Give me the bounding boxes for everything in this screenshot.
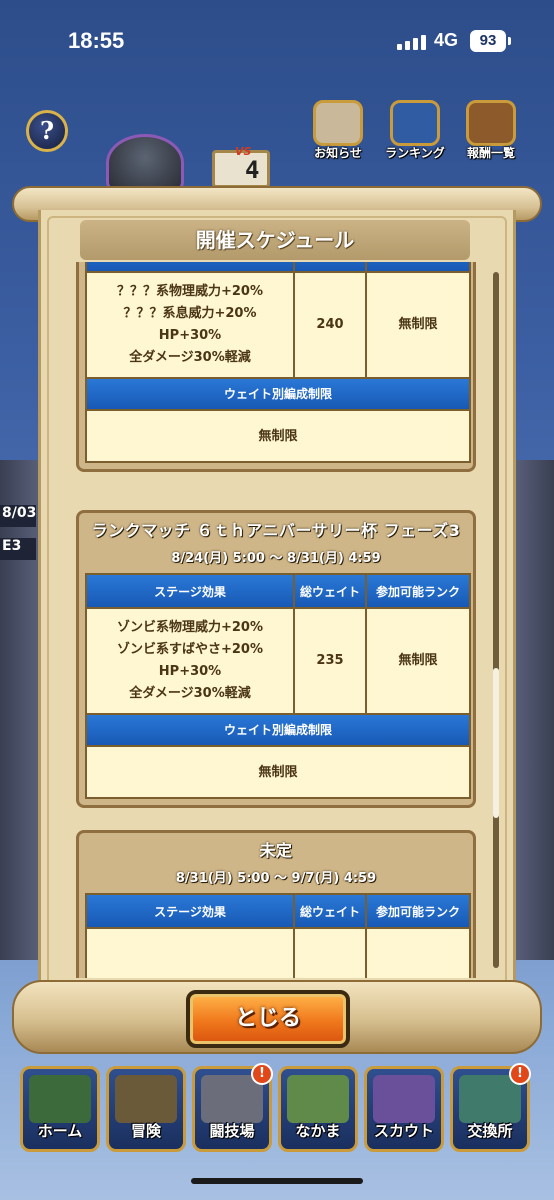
card-header: 未定 8/31(月) 5:00 〜 9/7(月) 4:59 <box>85 833 467 886</box>
header-effect: ステージ効果 <box>87 895 295 927</box>
table-row: ？？？系物理威力+20% ？？？系息威力+20% HP+30% 全ダメージ30%… <box>87 271 469 377</box>
tent-icon <box>29 1075 91 1123</box>
monster-icon <box>287 1075 349 1123</box>
header-weight: 総ウェイト <box>295 575 367 607</box>
header-effect: ステージ効果 <box>87 262 295 271</box>
bottom-nav: ホーム 冒険 闘技場 ! なかま スカウト 交換所 ! <box>20 1063 534 1156</box>
header-rank: 参加可能ランク <box>375 904 460 919</box>
nav-home[interactable]: ホーム <box>20 1066 100 1152</box>
card-title: ランクマッチ ６ｔｈアニバーサリー杯 フェーズ3 <box>91 521 461 540</box>
rewards-button[interactable]: 報酬一覧 <box>458 100 524 161</box>
versus-number: 4 <box>245 156 260 184</box>
battery-icon: 93 <box>470 30 506 52</box>
nav-label: 冒険 <box>130 1122 161 1140</box>
alert-badge: ! <box>251 1063 273 1085</box>
total-weight: 235 <box>295 609 367 713</box>
table-header: ステージ効果 総ウェイト 参加可能ランク <box>87 895 469 927</box>
schedule-table: ステージ効果 総ウェイト 参加可能ランク ゾンビ系物理威力+20% ゾンビ系すば… <box>85 573 471 799</box>
player-crest-icon[interactable] <box>106 134 184 192</box>
help-button[interactable]: ? <box>26 110 68 152</box>
effect-line: HP+30% <box>158 328 222 343</box>
card-period: 8/31(月) 5:00 〜 9/7(月) 4:59 <box>175 871 377 886</box>
nav-exchange[interactable]: 交換所 ! <box>450 1063 531 1152</box>
effect-line: ？？？系息威力+20% <box>123 306 257 321</box>
schedule-card: 未定 8/31(月) 5:00 〜 9/7(月) 4:59 ステージ効果 総ウェ… <box>76 830 476 978</box>
schedule-card: ステージ効果 総ウェイト 参加可能ランク ？？？系物理威力+20% ？？？系息威… <box>76 262 476 472</box>
status-bar: 18:55 4G 93 <box>0 0 554 80</box>
right-tower <box>514 460 554 960</box>
stage-effects: ゾンビ系物理威力+20% ゾンビ系すばやさ+20% HP+30% 全ダメージ30… <box>87 609 295 713</box>
effect-line: 全ダメージ30%軽減 <box>129 350 251 365</box>
news-button[interactable]: お知らせ <box>305 100 371 161</box>
ranking-label: ランキング <box>385 146 445 160</box>
card-title: 未定 <box>259 841 293 860</box>
battery-tip <box>508 37 511 45</box>
network-type: 4G <box>434 30 459 50</box>
alert-badge: ! <box>509 1063 531 1085</box>
scrollbar-thumb[interactable] <box>493 668 499 818</box>
total-weight <box>295 929 367 978</box>
nav-label: なかま <box>295 1122 341 1140</box>
rewards-label: 報酬一覧 <box>466 146 515 160</box>
effect-line: HP+30% <box>158 664 222 679</box>
weight-limit-value: 無制限 <box>87 745 469 797</box>
schedule-card: ランクマッチ ６ｔｈアニバーサリー杯 フェーズ3 8/24(月) 5:00 〜 … <box>76 510 476 808</box>
table-header: ステージ効果 総ウェイト 参加可能ランク <box>87 262 469 271</box>
versus-counter: VS 4 <box>212 145 270 188</box>
news-label: お知らせ <box>314 146 362 160</box>
effect-line: 全ダメージ30%軽減 <box>129 686 251 701</box>
schedule-table: ステージ効果 総ウェイト 参加可能ランク <box>85 893 471 978</box>
schedule-table: ステージ効果 総ウェイト 参加可能ランク ？？？系物理威力+20% ？？？系息威… <box>85 262 471 463</box>
table-header: ステージ効果 総ウェイト 参加可能ランク <box>87 575 469 607</box>
left-tower: 8/03 E3 <box>0 460 40 960</box>
effect-line: ？？？系物理威力+20% <box>116 284 263 299</box>
weight-limit-value: 無制限 <box>87 409 469 461</box>
stage-effects <box>87 929 295 978</box>
left-rank: E3 <box>0 538 36 560</box>
crown-icon <box>390 100 440 146</box>
scrollbar[interactable] <box>493 272 499 968</box>
rank-limit <box>367 929 469 978</box>
mail-icon <box>313 100 363 146</box>
header-effect: ステージ効果 <box>87 575 295 607</box>
nav-label: 交換所 <box>467 1122 513 1140</box>
header-rank: 参加可能ランク <box>367 262 469 271</box>
clock: 18:55 <box>68 28 125 53</box>
close-button[interactable]: とじる <box>186 990 350 1048</box>
nav-label: 闘技場 <box>209 1122 255 1140</box>
weight-limit-header: ウェイト別編成制限 <box>87 713 469 745</box>
effect-line: ゾンビ系物理威力+20% <box>116 620 263 635</box>
header-rank: 参加可能ランク <box>375 584 460 599</box>
header-weight: 総ウェイト <box>295 895 367 927</box>
effect-line: ゾンビ系すばやさ+20% <box>116 642 263 657</box>
total-weight: 240 <box>295 273 367 377</box>
ranking-button[interactable]: ランキング <box>382 100 448 161</box>
panel-title: 開催スケジュール <box>80 220 470 260</box>
home-indicator[interactable] <box>191 1178 363 1184</box>
nav-scout[interactable]: スカウト <box>364 1066 444 1152</box>
nav-arena[interactable]: 闘技場 ! <box>192 1063 273 1152</box>
card-period: 8/24(月) 5:00 〜 8/31(月) 4:59 <box>171 551 381 566</box>
treasure-chest-icon <box>466 100 516 146</box>
scout-icon <box>373 1075 435 1123</box>
weight-limit-header: ウェイト別編成制限 <box>87 377 469 409</box>
rank-limit: 無制限 <box>398 653 438 668</box>
schedule-list[interactable]: ステージ効果 総ウェイト 参加可能ランク ？？？系物理威力+20% ？？？系息威… <box>72 262 482 978</box>
rank-limit: 無制限 <box>398 317 438 332</box>
nav-adventure[interactable]: 冒険 <box>106 1066 186 1152</box>
header-weight: 総ウェイト <box>295 262 367 271</box>
nav-label: ホーム <box>37 1122 83 1140</box>
wagon-icon <box>115 1075 177 1123</box>
card-header: ランクマッチ ６ｔｈアニバーサリー杯 フェーズ3 8/24(月) 5:00 〜 … <box>85 513 467 566</box>
left-date: 8/03 <box>0 505 36 527</box>
nav-party[interactable]: なかま <box>278 1066 358 1152</box>
stage-effects: ？？？系物理威力+20% ？？？系息威力+20% HP+30% 全ダメージ30%… <box>87 273 295 377</box>
table-row <box>87 927 469 978</box>
signal-icon <box>397 34 427 50</box>
table-row: ゾンビ系物理威力+20% ゾンビ系すばやさ+20% HP+30% 全ダメージ30… <box>87 607 469 713</box>
nav-label: スカウト <box>373 1122 434 1140</box>
